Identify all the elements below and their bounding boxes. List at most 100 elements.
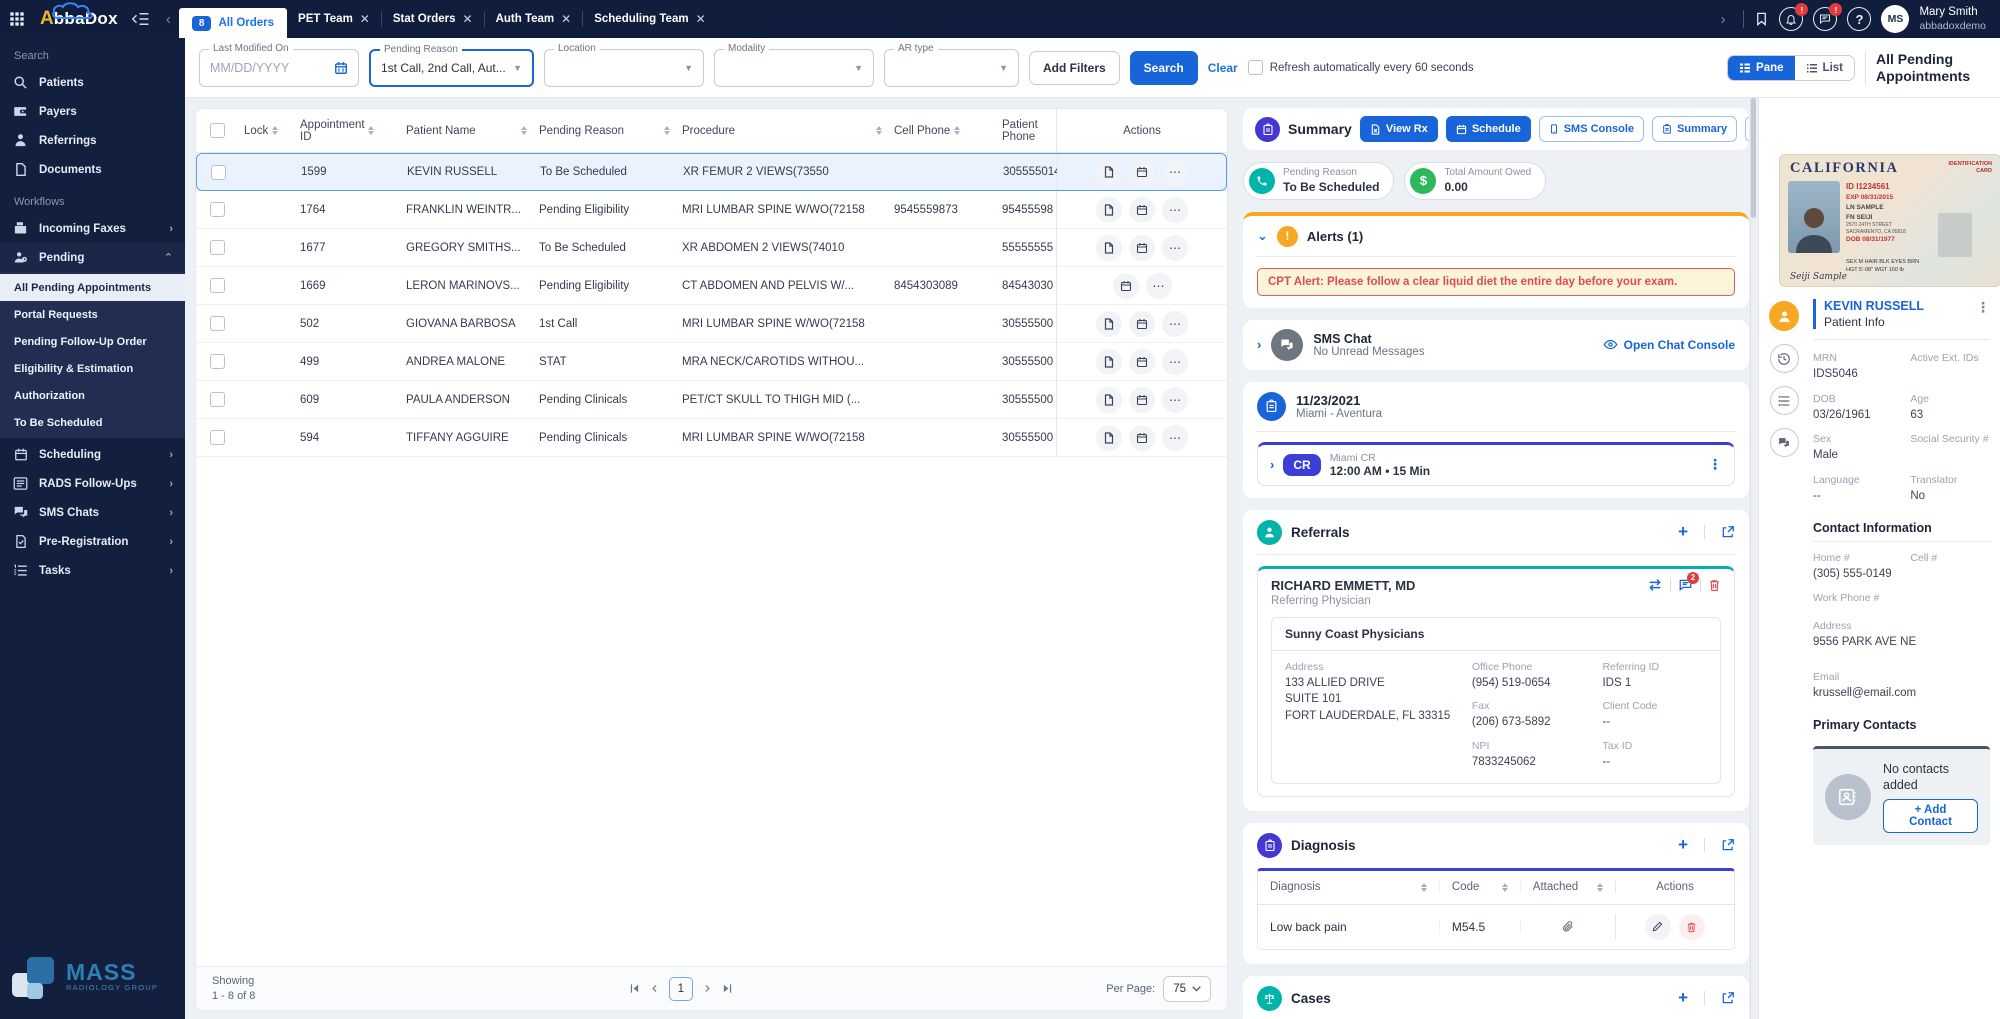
column-code[interactable]: Code: [1439, 881, 1520, 893]
sidebar-item-pre-registration[interactable]: Pre-Registration ›: [0, 527, 185, 556]
document-icon-button[interactable]: [1096, 311, 1122, 337]
cell-phone-link[interactable]: [888, 229, 996, 266]
document-icon-button[interactable]: [1096, 197, 1122, 223]
close-icon[interactable]: ✕: [463, 12, 473, 26]
column-pending-reason[interactable]: Pending Reason: [533, 109, 676, 152]
last-page-icon[interactable]: [722, 983, 733, 994]
per-page-select[interactable]: 75: [1163, 976, 1211, 1002]
calendar-icon-button[interactable]: [1129, 425, 1155, 451]
document-icon-button[interactable]: [1096, 349, 1122, 375]
calendar-icon-button[interactable]: [1129, 349, 1155, 375]
pane-view-button[interactable]: Pane: [1728, 56, 1795, 80]
calendar-icon-button[interactable]: [1129, 159, 1155, 185]
more-actions-button[interactable]: ⋯: [1162, 235, 1188, 261]
messages-icon[interactable]: !: [1813, 7, 1837, 31]
delete-diagnosis-button[interactable]: [1679, 914, 1705, 940]
clear-button[interactable]: Clear: [1208, 61, 1238, 75]
edit-diagnosis-button[interactable]: [1645, 914, 1671, 940]
more-actions-button[interactable]: ⋯: [1162, 349, 1188, 375]
sidebar-item-patients[interactable]: Patients: [0, 68, 185, 97]
patient-name-link[interactable]: PAULA ANDERSON: [400, 381, 533, 418]
more-actions-button[interactable]: ⋯: [1162, 387, 1188, 413]
row-checkbox[interactable]: [210, 354, 225, 369]
modality-menu-icon[interactable]: ⋮: [1708, 456, 1722, 473]
calendar-icon-button[interactable]: [1129, 197, 1155, 223]
patient-name-link[interactable]: FRANKLIN WEINTR...: [400, 191, 533, 228]
table-row[interactable]: 499 ANDREA MALONE STAT MRA NECK/CAROTIDS…: [196, 343, 1227, 381]
add-contact-button[interactable]: + Add Contact: [1883, 799, 1978, 833]
patient-phone-link[interactable]: 305555014: [997, 154, 1057, 190]
calendar-icon-button[interactable]: [1129, 311, 1155, 337]
sms-console-button[interactable]: SMS Console: [1539, 116, 1644, 142]
patient-phone-link[interactable]: 30555500: [996, 305, 1056, 342]
row-checkbox[interactable]: [210, 240, 225, 255]
sidebar-item-documents[interactable]: Documents: [0, 155, 185, 184]
table-row[interactable]: 609 PAULA ANDERSON Pending Clinicals PET…: [196, 381, 1227, 419]
visit-details-button[interactable]: Visit Details: [1745, 116, 1749, 142]
close-icon[interactable]: ✕: [360, 12, 370, 26]
sidebar-item-all-pending-appointments[interactable]: All Pending Appointments: [0, 274, 185, 301]
pending-reason-link[interactable]: 1st Call: [533, 305, 676, 342]
summary-button[interactable]: Summary: [1652, 116, 1737, 142]
tab-auth-team[interactable]: Auth Team✕: [485, 11, 584, 27]
row-checkbox[interactable]: [210, 202, 225, 217]
first-page-icon[interactable]: [629, 983, 640, 994]
schedule-button[interactable]: Schedule: [1446, 116, 1531, 142]
open-diagnosis-icon[interactable]: [1721, 838, 1735, 852]
sidebar-item-referrings[interactable]: Referrings: [0, 126, 185, 155]
calendar-icon-button[interactable]: [1129, 235, 1155, 261]
modality-card[interactable]: › CR Miami CR 12:00 AM • 15 Min ⋮: [1257, 442, 1735, 486]
pending-reason-link[interactable]: Pending Eligibility: [533, 191, 676, 228]
cell-phone-link[interactable]: [888, 305, 996, 342]
chat-icon[interactable]: [1770, 428, 1799, 457]
document-icon-button[interactable]: [1096, 159, 1122, 185]
patient-phone-link[interactable]: 95455598: [996, 191, 1056, 228]
list-view-button[interactable]: List: [1795, 56, 1854, 80]
calendar-icon-button[interactable]: [1129, 387, 1155, 413]
row-checkbox[interactable]: [210, 316, 225, 331]
table-row[interactable]: 1677 GREGORY SMITHS... To Be Scheduled X…: [196, 229, 1227, 267]
table-row[interactable]: 1599 KEVIN RUSSELL To Be Scheduled XR FE…: [196, 153, 1227, 191]
view-rx-button[interactable]: View Rx: [1360, 116, 1438, 142]
patient-phone-link[interactable]: 84543030: [996, 267, 1056, 304]
history-icon[interactable]: [1770, 344, 1799, 373]
calendar-icon-button[interactable]: [1113, 273, 1139, 299]
pending-reason-link[interactable]: Pending Clinicals: [533, 381, 676, 418]
tabs-scroll-right-icon[interactable]: ›: [1712, 11, 1733, 28]
patient-avatar-icon[interactable]: [1769, 301, 1799, 331]
patient-phone-link[interactable]: 30555500: [996, 381, 1056, 418]
patient-phone-link[interactable]: 30555500: [996, 343, 1056, 380]
cell-phone-link[interactable]: [889, 154, 997, 190]
patient-menu-icon[interactable]: ⋮: [1976, 299, 1990, 316]
column-lock[interactable]: Lock: [238, 109, 294, 152]
patient-phone-link[interactable]: 55555555: [996, 229, 1056, 266]
sidebar-item-payers[interactable]: Payers: [0, 97, 185, 126]
close-icon[interactable]: ✕: [561, 12, 571, 26]
column-diagnosis[interactable]: Diagnosis: [1258, 881, 1439, 893]
add-diagnosis-icon[interactable]: +: [1678, 835, 1688, 855]
cell-phone-link[interactable]: 9545559873: [888, 191, 996, 228]
delete-referral-icon[interactable]: [1708, 578, 1721, 592]
tabs-scroll-left-icon[interactable]: ‹: [158, 11, 179, 28]
location-select[interactable]: Location ▼: [544, 49, 704, 87]
pending-reason-link[interactable]: To Be Scheduled: [533, 229, 676, 266]
search-button[interactable]: Search: [1130, 51, 1198, 85]
table-row[interactable]: 1669 LERON MARINOVS... Pending Eligibili…: [196, 267, 1227, 305]
patient-name-link[interactable]: KEVIN RUSSELL: [401, 154, 534, 190]
open-chat-console-link[interactable]: Open Chat Console: [1603, 338, 1735, 352]
physician-chat-icon[interactable]: 2: [1678, 578, 1693, 592]
more-actions-button[interactable]: ⋯: [1162, 197, 1188, 223]
pending-reason-link[interactable]: STAT: [533, 343, 676, 380]
open-referrals-icon[interactable]: [1721, 525, 1735, 539]
add-filters-button[interactable]: Add Filters: [1029, 51, 1120, 85]
table-row[interactable]: 594 TIFFANY AGGUIRE Pending Clinicals MR…: [196, 419, 1227, 457]
page-number[interactable]: 1: [669, 977, 693, 1001]
row-checkbox[interactable]: [210, 430, 225, 445]
sidebar-collapse-icon[interactable]: [132, 12, 150, 26]
patient-name-link[interactable]: GIOVANA BARBOSA: [400, 305, 533, 342]
sidebar-item-authorization[interactable]: Authorization: [0, 382, 185, 409]
more-actions-button[interactable]: ⋯: [1146, 273, 1172, 299]
patient-name[interactable]: KEVIN RUSSELL: [1824, 299, 1976, 313]
bookmark-icon[interactable]: [1754, 11, 1769, 27]
column-attached[interactable]: Attached: [1520, 881, 1615, 893]
